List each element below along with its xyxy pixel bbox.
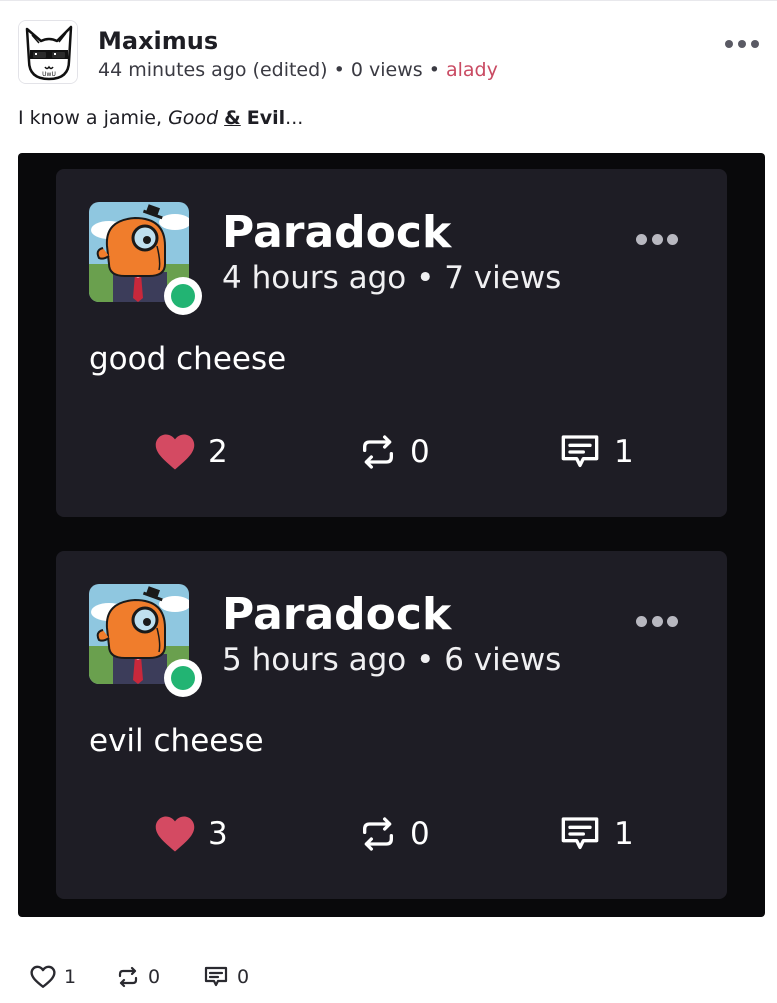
repost-button[interactable]: 0 (116, 962, 160, 992)
post-views: 0 views (350, 59, 423, 81)
embedded-post-meta: 5 hours ago • 6 views (222, 642, 562, 678)
reply-count: 1 (614, 434, 634, 470)
post-author-name[interactable]: Maximus (98, 26, 218, 56)
more-dots-icon[interactable] (636, 613, 678, 629)
like-count: 2 (208, 434, 228, 470)
post-time: 44 minutes ago (edited) (98, 59, 328, 81)
cat-avatar-icon: UwU (19, 21, 77, 83)
embedded-post-meta: 4 hours ago • 7 views (222, 260, 562, 296)
reply-count: 0 (237, 966, 250, 988)
more-dots-icon[interactable] (636, 231, 678, 247)
reply-button[interactable]: 0 (203, 962, 249, 992)
body-good: Good (168, 107, 219, 129)
body-evil: Evil (246, 107, 286, 129)
body-ampersand: & (224, 107, 241, 129)
comment-icon (561, 817, 599, 849)
post-header: UwU Maximus 44 minutes ago (edited) • 0 … (18, 20, 759, 84)
more-dots-icon[interactable] (725, 32, 759, 56)
meta-separator: • (428, 59, 446, 81)
heart-icon (155, 816, 195, 852)
meta-separator: • (333, 59, 351, 81)
embedded-author-name[interactable]: Paradock (222, 589, 451, 641)
comment-icon (204, 966, 228, 987)
like-button[interactable]: 3 (154, 809, 228, 859)
like-button[interactable]: 2 (154, 427, 228, 477)
heart-icon (155, 434, 195, 470)
post-tag[interactable]: alady (446, 59, 498, 81)
top-divider (0, 0, 777, 1)
repost-icon (363, 435, 393, 469)
repost-count: 0 (410, 434, 430, 470)
repost-count: 0 (410, 816, 430, 852)
post-body: I know a jamie, Good & Evil... (18, 105, 303, 131)
reply-button[interactable]: 1 (558, 809, 634, 859)
like-button[interactable]: 1 (30, 962, 76, 992)
embedded-post-card[interactable]: Paradock 5 hours ago • 6 views evil chee… (56, 551, 727, 899)
body-text: I know a jamie, (18, 107, 169, 129)
like-count: 1 (64, 966, 77, 988)
post-actions: 1 0 0 (30, 962, 330, 992)
embedded-post-text: good cheese (89, 341, 287, 377)
svg-text:UwU: UwU (42, 71, 56, 78)
repost-icon (118, 966, 138, 988)
embedded-post-actions: 2 0 1 (56, 427, 727, 477)
like-count: 3 (208, 816, 228, 852)
embedded-post-card[interactable]: Paradock 4 hours ago • 7 views good chee… (56, 169, 727, 517)
author-avatar[interactable]: UwU (18, 20, 78, 84)
embedded-posts: Paradock 4 hours ago • 7 views good chee… (18, 153, 765, 917)
repost-count: 0 (148, 966, 161, 988)
repost-button[interactable]: 0 (358, 427, 430, 477)
comment-icon (561, 435, 599, 467)
repost-button[interactable]: 0 (358, 809, 430, 859)
reply-button[interactable]: 1 (558, 427, 634, 477)
reply-count: 1 (614, 816, 634, 852)
repost-icon (363, 817, 393, 851)
embedded-post-actions: 3 0 1 (56, 809, 727, 859)
body-ellipsis: ... (285, 107, 304, 129)
online-status-badge (164, 659, 202, 697)
embedded-author-name[interactable]: Paradock (222, 207, 451, 259)
heart-icon (30, 965, 56, 988)
embedded-post-text: evil cheese (89, 723, 264, 759)
post-meta: 44 minutes ago (edited) • 0 views • alad… (98, 58, 498, 82)
online-status-badge (164, 277, 202, 315)
